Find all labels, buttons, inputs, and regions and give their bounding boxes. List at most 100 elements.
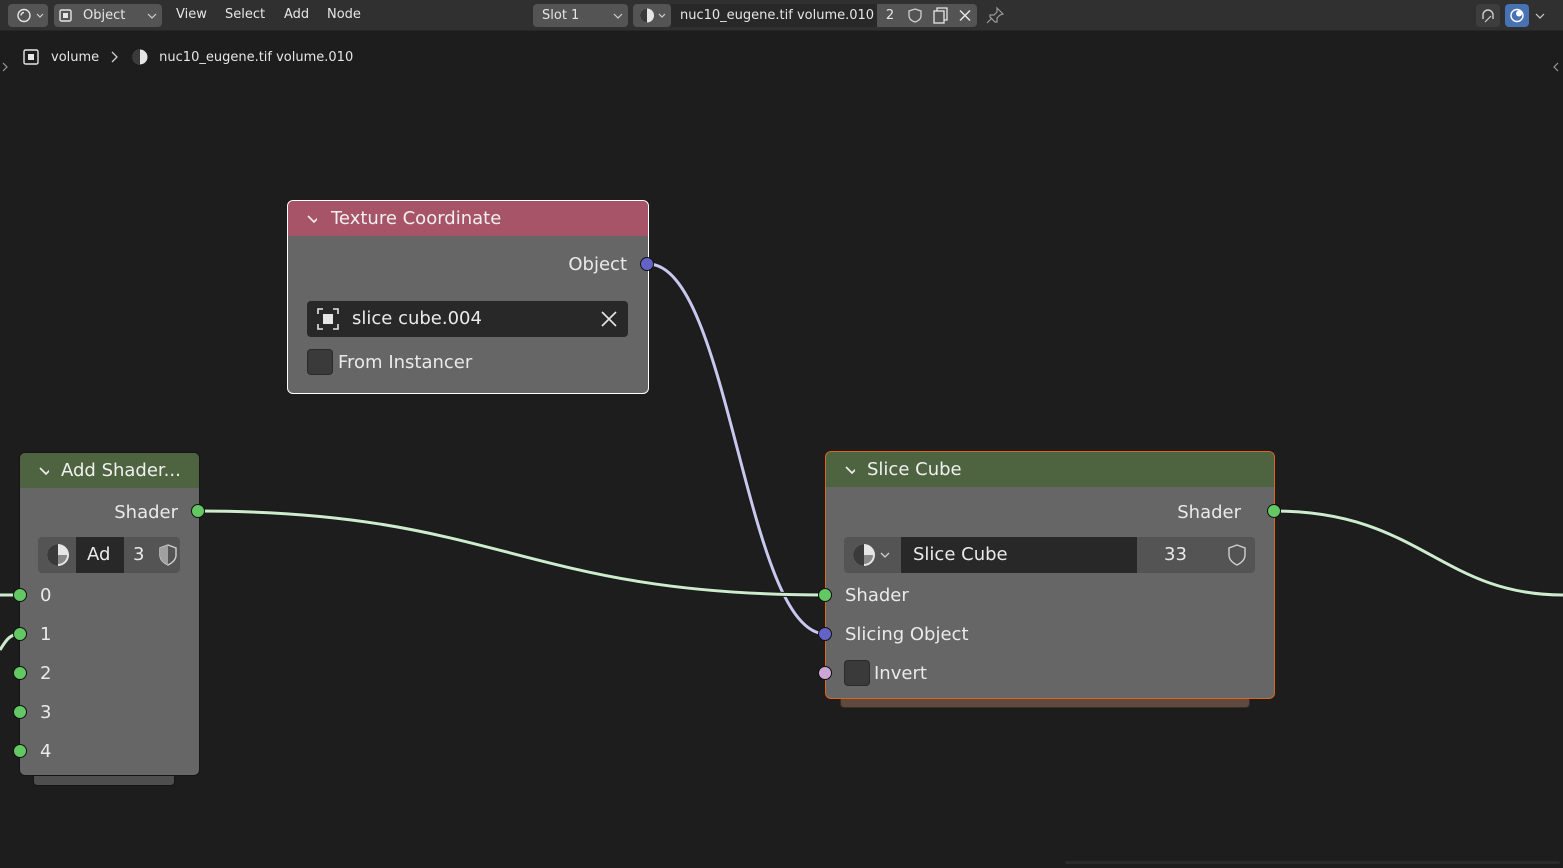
node-editor-icon	[17, 8, 44, 23]
from-instancer-checkbox[interactable]	[307, 349, 333, 375]
breadcrumb-object: volume	[51, 49, 100, 65]
node-header[interactable]: Texture Coordinate	[288, 201, 648, 236]
output-socket-object[interactable]	[640, 257, 654, 271]
shader-type-dropdown[interactable]: Object	[54, 4, 162, 27]
group-name-field[interactable]: Slice Cube	[901, 537, 1137, 573]
invert-checkbox[interactable]	[844, 660, 870, 686]
input-label-invert: Invert	[874, 663, 927, 684]
collapse-chevron-icon[interactable]	[307, 214, 317, 224]
node-group-selector[interactable]: Slice Cube 33	[844, 537, 1255, 573]
chevron-down-icon	[613, 13, 623, 19]
group-users-label: 3	[133, 544, 145, 565]
texture-coordinate-node[interactable]: Texture Coordinate Object slice cube.004…	[287, 200, 649, 394]
menu-node[interactable]: Node	[327, 7, 361, 22]
material-name: nuc10_eugene.tif volume.010	[680, 8, 875, 23]
input-label-2: 2	[40, 663, 52, 684]
unlink-material-button[interactable]	[953, 4, 977, 27]
chevron-down-icon	[147, 13, 157, 19]
node-editor: Object View Select Add Node Slot 1 nuc10…	[0, 0, 1563, 868]
input-socket-invert[interactable]	[818, 666, 832, 680]
input-label-0: 0	[40, 585, 52, 606]
input-label-4: 4	[40, 741, 52, 762]
input-label-slicing-object: Slicing Object	[845, 624, 969, 645]
collapse-chevron-icon[interactable]	[845, 465, 855, 475]
group-browse-button[interactable]	[844, 537, 901, 573]
input-label-shader: Shader	[845, 585, 909, 606]
fake-user-button[interactable]	[1219, 537, 1255, 573]
group-users-count[interactable]: 33	[1137, 537, 1219, 573]
breadcrumb-material: nuc10_eugene.tif volume.010	[159, 49, 354, 65]
horizontal-scrollbar[interactable]	[1065, 861, 1560, 864]
input-socket-3[interactable]	[13, 705, 27, 719]
input-label-3: 3	[40, 702, 52, 723]
clear-icon[interactable]	[600, 310, 618, 328]
input-socket-2[interactable]	[13, 666, 27, 680]
menu-add[interactable]: Add	[284, 7, 309, 22]
object-field[interactable]: slice cube.004	[307, 301, 628, 337]
node-title: Texture Coordinate	[331, 208, 502, 229]
group-users-label: 33	[1164, 544, 1187, 565]
editor-type-button[interactable]	[8, 4, 48, 27]
object-field-value: slice cube.004	[352, 308, 482, 329]
input-socket-1[interactable]	[13, 627, 27, 641]
output-shader-label: Shader	[1177, 502, 1241, 523]
input-socket-slicing-object[interactable]	[818, 627, 832, 641]
material-browse-button[interactable]	[633, 4, 671, 27]
object-icon	[59, 9, 72, 22]
input-socket-0[interactable]	[13, 588, 27, 602]
node-tree-icon	[47, 544, 69, 566]
node-group-selector[interactable]: Ad 3	[38, 537, 180, 573]
node-canvas[interactable]	[0, 31, 1563, 868]
shield-icon	[1228, 544, 1246, 566]
chevron-right-icon	[111, 51, 119, 63]
slot-label: Slot 1	[542, 8, 580, 23]
output-socket-shader[interactable]	[1267, 504, 1281, 518]
input-socket-shader[interactable]	[818, 588, 832, 602]
snap-toggle[interactable]	[1476, 4, 1500, 27]
output-socket-shader[interactable]	[191, 504, 205, 518]
node-title: Add Shader...	[61, 460, 181, 481]
group-browse-button[interactable]	[38, 537, 76, 573]
breadcrumb: volume nuc10_eugene.tif volume.010	[20, 46, 353, 68]
sidebar-toggle-icon[interactable]	[1551, 60, 1561, 74]
material-name-field[interactable]: nuc10_eugene.tif volume.010	[671, 4, 877, 27]
menu-view[interactable]: View	[176, 7, 207, 22]
overlay-icon	[1510, 8, 1524, 23]
collapse-chevron-icon[interactable]	[39, 466, 49, 476]
group-name: Ad	[87, 544, 111, 565]
material-icon	[132, 49, 148, 65]
shield-icon	[159, 544, 177, 566]
group-name-field[interactable]: Ad	[76, 537, 124, 573]
object-icon	[23, 49, 39, 65]
input-socket-4[interactable]	[13, 744, 27, 758]
slot-dropdown[interactable]: Slot 1	[533, 4, 628, 27]
group-name: Slice Cube	[913, 544, 1008, 565]
editor-header: Object View Select Add Node Slot 1 nuc10…	[0, 0, 1563, 31]
node-tree-icon	[853, 544, 890, 566]
fake-user-button[interactable]	[156, 537, 180, 573]
add-shader-node[interactable]: Add Shader... Shader Ad 3 0 1 2 3 4	[19, 452, 200, 776]
material-icon	[640, 8, 666, 23]
shader-type-label: Object	[83, 8, 126, 23]
output-shader-label: Shader	[114, 502, 178, 523]
close-icon	[959, 9, 971, 22]
node-header[interactable]: Slice Cube	[826, 452, 1274, 487]
user-count-label: 2	[885, 8, 895, 23]
snap-icon	[1482, 9, 1494, 23]
group-users-count[interactable]: 3	[124, 537, 156, 573]
new-material-button[interactable]	[927, 4, 953, 27]
duplicate-icon	[933, 7, 948, 24]
toolbar-toggle-icon[interactable]	[0, 60, 10, 74]
fake-user-button[interactable]	[903, 4, 927, 27]
chevron-down-icon[interactable]	[1531, 4, 1549, 27]
input-label-1: 1	[40, 624, 52, 645]
material-users-count[interactable]: 2	[877, 4, 903, 27]
menu-select[interactable]: Select	[225, 7, 265, 22]
overlay-toggle[interactable]	[1505, 4, 1529, 27]
pin-icon[interactable]	[983, 4, 1007, 27]
object-icon	[317, 308, 339, 330]
node-header[interactable]: Add Shader...	[20, 453, 199, 488]
slice-cube-node[interactable]: Slice Cube Shader Slice Cube 33 Shader S…	[825, 451, 1275, 699]
node-title: Slice Cube	[867, 459, 962, 480]
from-instancer-label: From Instancer	[338, 352, 473, 373]
